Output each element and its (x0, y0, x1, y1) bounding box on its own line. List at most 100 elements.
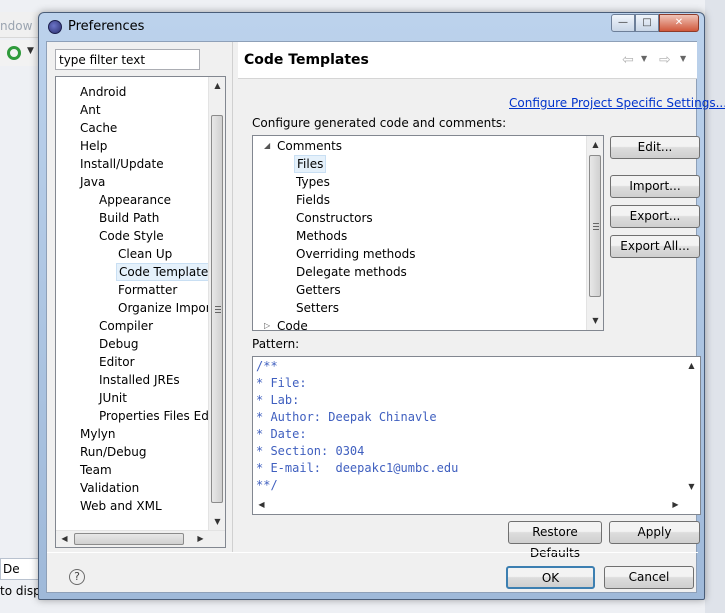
back-history-dropdown-icon[interactable]: ▼ (641, 54, 647, 63)
footer-separator (47, 552, 698, 553)
tree-item[interactable]: Formatter (116, 281, 179, 299)
templates-scroll-thumb[interactable] (589, 155, 601, 297)
template-item[interactable]: Comments (275, 137, 344, 155)
pattern-line: /** (256, 359, 278, 373)
template-item[interactable]: Overriding methods (294, 245, 418, 263)
background-right-strip (705, 0, 725, 613)
tree-item[interactable]: Code Style (97, 227, 166, 245)
preferences-tree: Android Ant Cache Help Install/Update Java App… (55, 76, 226, 548)
tree-item[interactable]: Team (78, 461, 114, 479)
dialog-client-area: AndroidAntCacheHelpInstall/UpdateJavaApp… (46, 41, 725, 593)
tree-item[interactable]: JUnit (97, 389, 129, 407)
tree-item[interactable]: Run/Debug (78, 443, 149, 461)
import-button[interactable]: Import... (610, 175, 700, 198)
template-item[interactable]: Constructors (294, 209, 375, 227)
tree-item[interactable]: Build Path (97, 209, 161, 227)
tree-hscroll-thumb[interactable] (74, 533, 184, 545)
maximize-button[interactable]: □ (635, 14, 659, 32)
apply-button[interactable]: Apply (609, 521, 700, 544)
page-description: Configure generated code and comments: (252, 116, 507, 130)
tree-expander-icon[interactable]: ▷ (262, 317, 272, 330)
tree-item[interactable]: Installed JREs (97, 371, 182, 389)
restore-defaults-button[interactable]: Restore Defaults (508, 521, 602, 560)
tree-item[interactable]: Mylyn (78, 425, 118, 443)
edit-button[interactable]: Edit... (610, 136, 700, 159)
filter-input[interactable] (55, 49, 200, 70)
scroll-down-icon[interactable]: ▼ (683, 479, 700, 495)
scroll-left-icon[interactable]: ◀ (56, 531, 73, 547)
tree-item[interactable]: Compiler (97, 317, 155, 335)
page-title: Code Templates (244, 52, 369, 68)
tree-item[interactable]: Android (78, 83, 128, 101)
code-templates-tree: ◢ Comments Files Types Fields Constructors Met… (252, 135, 604, 331)
template-item[interactable]: Setters (294, 299, 341, 317)
close-button[interactable]: ✕ (659, 14, 699, 32)
background-menu-fragment: ndow (0, 19, 33, 33)
export-all-button[interactable]: Export All... (610, 235, 700, 258)
pattern-line: * File: (256, 376, 307, 390)
forward-arrow-icon[interactable]: ⇨ (659, 52, 671, 68)
forward-history-dropdown-icon[interactable]: ▼ (680, 54, 686, 63)
ok-button[interactable]: OK (506, 566, 595, 589)
tree-horizontal-scrollbar[interactable]: ◀ ▶ (56, 530, 225, 547)
pattern-line: * Section: 0304 (256, 444, 365, 458)
preferences-dialog: Preferences — □ ✕ AndroidAntCacheHelpIns… (38, 12, 725, 600)
page-header: Code Templates ⇦ ▼ ⇨ ▼ (238, 42, 697, 79)
tree-item[interactable]: Code Templates (116, 263, 218, 281)
pattern-horizontal-scrollbar[interactable]: ◀ ▶ (253, 497, 700, 514)
export-button[interactable]: Export... (610, 205, 700, 228)
tree-item[interactable]: Cache (78, 119, 119, 137)
pattern-line: * Lab: (256, 393, 300, 407)
tree-item[interactable]: Install/Update (78, 155, 166, 173)
dialog-titlebar[interactable]: Preferences — □ ✕ (39, 13, 704, 41)
scroll-right-icon[interactable]: ▶ (667, 497, 684, 513)
template-item[interactable]: Types (294, 173, 332, 191)
template-item[interactable]: Files (294, 155, 327, 173)
back-arrow-icon[interactable]: ⇦ (622, 52, 634, 68)
template-item[interactable]: Delegate methods (294, 263, 409, 281)
pattern-label: Pattern: (252, 337, 300, 351)
pattern-editor[interactable]: /** * File: * Lab: * Author: Deepak Chinavl… (252, 356, 701, 515)
scroll-up-icon[interactable]: ▲ (587, 137, 603, 153)
help-icon[interactable]: ? (69, 569, 85, 585)
tree-item[interactable]: Appearance (97, 191, 173, 209)
tree-item[interactable]: Web and XML (78, 497, 164, 515)
panel-sash[interactable] (232, 42, 236, 552)
new-project-icon[interactable] (7, 46, 21, 60)
dialog-title: Preferences (68, 19, 145, 34)
template-item[interactable]: Code (275, 317, 310, 330)
tree-item[interactable]: Properties Files Editor (97, 407, 225, 425)
tree-item[interactable]: Ant (78, 101, 103, 119)
background-view-tab-label: De (3, 562, 20, 576)
cancel-button[interactable]: Cancel (604, 566, 694, 589)
tree-scroll-thumb[interactable] (211, 115, 223, 503)
scroll-left-icon[interactable]: ◀ (253, 497, 270, 513)
pattern-vertical-scrollbar[interactable]: ▲ ▼ (683, 357, 700, 496)
tree-vertical-scrollbar[interactable]: ▲ ▼ (208, 77, 225, 531)
configure-project-settings-link[interactable]: Configure Project Specific Settings... (509, 96, 725, 110)
tree-item[interactable]: Help (78, 137, 109, 155)
scroll-down-icon[interactable]: ▼ (587, 313, 603, 329)
chevron-down-icon[interactable]: ▼ (27, 46, 34, 56)
template-item[interactable]: Methods (294, 227, 349, 245)
scroll-up-icon[interactable]: ▲ (209, 78, 225, 94)
scroll-right-icon[interactable]: ▶ (192, 531, 209, 547)
tree-item[interactable]: Clean Up (116, 245, 174, 263)
template-item[interactable]: Fields (294, 191, 332, 209)
pattern-line: * Author: Deepak Chinavle (256, 410, 437, 424)
tree-item[interactable]: Java (78, 173, 107, 191)
scroll-down-icon[interactable]: ▼ (209, 514, 225, 530)
tree-item[interactable]: Validation (78, 479, 141, 497)
tree-item[interactable]: Editor (97, 353, 137, 371)
pattern-line: **/ (256, 478, 278, 492)
minimize-button[interactable]: — (611, 14, 635, 32)
pattern-line: * Date: (256, 427, 307, 441)
template-item[interactable]: Getters (294, 281, 343, 299)
eclipse-icon (48, 20, 62, 34)
background-status-text: to displ (0, 584, 40, 598)
tree-expander-icon[interactable]: ◢ (262, 137, 272, 155)
templates-vertical-scrollbar[interactable]: ▲ ▼ (586, 136, 603, 330)
scroll-up-icon[interactable]: ▲ (683, 358, 700, 374)
tree-item[interactable]: Debug (97, 335, 140, 353)
pattern-line: * E-mail: deepakc1@umbc.edu (256, 461, 459, 475)
